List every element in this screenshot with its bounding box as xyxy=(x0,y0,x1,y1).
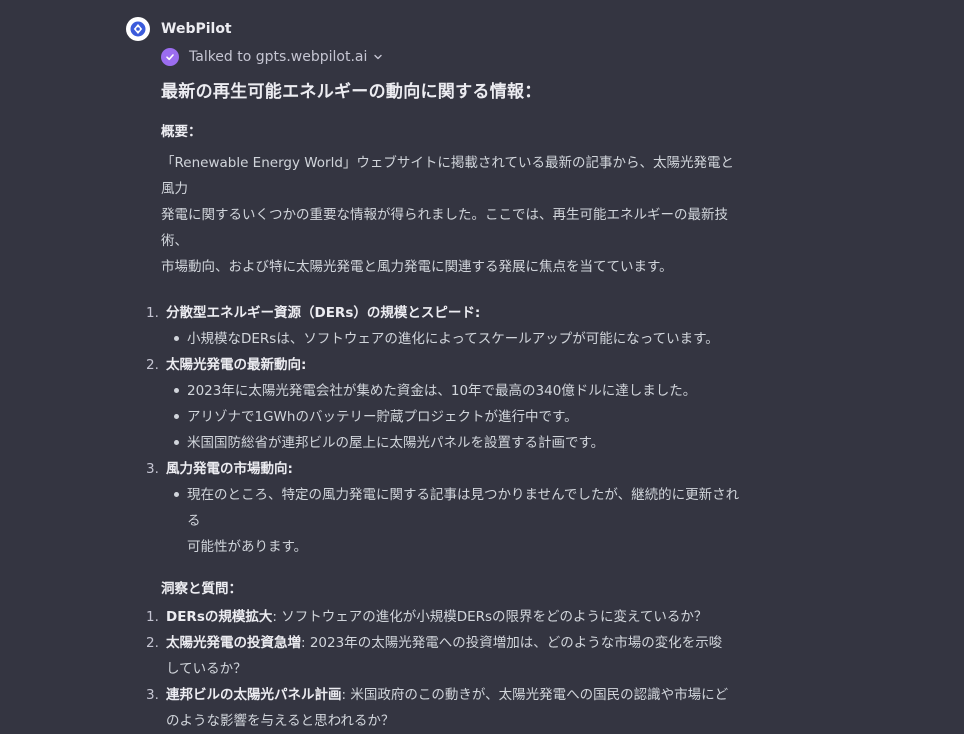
topic-item: 1. 分散型エネルギー資源（DERs）の規模とスピード: 小規模なDERsは、ソ… xyxy=(146,300,746,352)
response-title: 最新の再生可能エネルギーの動向に関する情報： xyxy=(161,82,542,102)
topic-number: 1. xyxy=(146,305,159,321)
topic-item: 2. 太陽光発電の最新動向: 2023年に太陽光発電会社が集めた資金は、10年で… xyxy=(146,352,746,456)
message-content: Talked to gpts.webpilot.ai 最新の再生可能エネルギーの… xyxy=(146,45,746,734)
question-text: : 2023年の太陽光発電への投資増加は、どのような市場の変化を示唆 xyxy=(301,635,723,651)
question-line: 太陽光発電の投資急増: 2023年の太陽光発電への投資増加は、どのような市場の変… xyxy=(166,630,746,656)
insights-heading: 洞察と質問： xyxy=(161,581,242,597)
check-icon xyxy=(161,48,179,66)
topic-label: 風力発電の市場動向: xyxy=(166,461,293,477)
bullet-text: 米国国防総省が連邦ビルの屋上に太陽光パネルを設置する計画です。 xyxy=(187,435,605,451)
webpilot-avatar-icon xyxy=(126,17,150,41)
question-topic: DERsの規模拡大 xyxy=(166,609,273,625)
bullet-text: 現在のところ、特定の風力発電に関する記事は見つかりませんでしたが、継続的に更新さ… xyxy=(187,487,740,529)
question-item: 1. DERsの規模拡大: ソフトウェアの進化が小規模DERsの限界をどのように… xyxy=(146,604,746,630)
author-name: WebPilot xyxy=(161,21,232,37)
question-text: のような影響を与えると思われるか？ xyxy=(166,713,395,729)
question-item: 2. 太陽光発電の投資急増: 2023年の太陽光発電への投資増加は、どのような市… xyxy=(146,630,746,682)
bullet-item: 小規模なDERsは、ソフトウェアの進化によってスケールアップが可能になっています… xyxy=(166,326,746,352)
bullet-text: 可能性があります。 xyxy=(187,539,308,555)
topic-bullets: 小規模なDERsは、ソフトウェアの進化によってスケールアップが可能になっています… xyxy=(166,326,746,352)
question-text: : ソフトウェアの進化が小規模DERsの限界をどのように変えているか？ xyxy=(272,609,708,625)
topics-list: 1. 分散型エネルギー資源（DERs）の規模とスピード: 小規模なDERsは、ソ… xyxy=(146,300,746,560)
overview-line: 「Renewable Energy World」ウェブサイトに掲載されている最新… xyxy=(161,155,735,197)
question-topic: 連邦ビルの太陽光パネル計画 xyxy=(166,687,342,703)
tool-status-toggle[interactable]: Talked to gpts.webpilot.ai xyxy=(161,45,746,69)
question-line: DERsの規模拡大: ソフトウェアの進化が小規模DERsの限界をどのように変えて… xyxy=(166,604,746,630)
questions-list: 1. DERsの規模拡大: ソフトウェアの進化が小規模DERsの限界をどのように… xyxy=(146,604,746,734)
bullet-item: 2023年に太陽光発電会社が集めた資金は、10年で最高の340億ドルに達しました… xyxy=(166,378,746,404)
question-topic: 太陽光発電の投資急増 xyxy=(166,635,301,651)
overview-line: 発電に関するいくつかの重要な情報が得られました。ここでは、再生可能エネルギーの最… xyxy=(161,207,728,249)
question-line: 連邦ビルの太陽光パネル計画: 米国政府のこの動きが、太陽光発電への国民の認識や市… xyxy=(166,682,746,708)
bullet-item: 米国国防総省が連邦ビルの屋上に太陽光パネルを設置する計画です。 xyxy=(166,430,746,456)
topic-label: 太陽光発電の最新動向: xyxy=(166,357,307,373)
chevron-down-icon xyxy=(373,52,383,62)
overview-line: 市場動向、および特に太陽光発電と風力発電に関連する発展に焦点を当てています。 xyxy=(161,259,673,275)
overview-heading: 概要： xyxy=(161,124,202,140)
question-text: : 米国政府のこの動きが、太陽光発電への国民の認識や市場にど xyxy=(341,687,729,703)
bullet-item: アリゾナで1GWhのバッテリー貯蔵プロジェクトが進行中です。 xyxy=(166,404,746,430)
bullet-item: 現在のところ、特定の風力発電に関する記事は見つかりませんでしたが、継続的に更新さ… xyxy=(166,482,746,560)
topic-bullets: 2023年に太陽光発電会社が集めた資金は、10年で最高の340億ドルに達しました… xyxy=(166,378,746,456)
assistant-message: WebPilot Talked to gpts.webpilot.ai 最新の再… xyxy=(126,16,746,734)
topic-item: 3. 風力発電の市場動向: 現在のところ、特定の風力発電に関する記事は見つかりま… xyxy=(146,456,746,560)
question-number: 1. xyxy=(146,609,159,625)
topic-number: 2. xyxy=(146,357,159,373)
bullet-text: アリゾナで1GWhのバッテリー貯蔵プロジェクトが進行中です。 xyxy=(187,409,578,425)
question-item: 3. 連邦ビルの太陽光パネル計画: 米国政府のこの動きが、太陽光発電への国民の認… xyxy=(146,682,746,734)
tool-status-label: Talked to gpts.webpilot.ai xyxy=(189,49,368,65)
topic-label: 分散型エネルギー資源（DERs）の規模とスピード: xyxy=(166,305,481,321)
message-header: WebPilot xyxy=(126,16,746,42)
question-number: 3. xyxy=(146,687,159,703)
topic-number: 3. xyxy=(146,461,159,477)
bullet-text: 小規模なDERsは、ソフトウェアの進化によってスケールアップが可能になっています… xyxy=(187,331,719,347)
overview-paragraph: 「Renewable Energy World」ウェブサイトに掲載されている最新… xyxy=(161,150,746,280)
question-text: しているか？ xyxy=(166,661,247,677)
topic-bullets: 現在のところ、特定の風力発電に関する記事は見つかりませんでしたが、継続的に更新さ… xyxy=(166,482,746,560)
bullet-text: 2023年に太陽光発電会社が集めた資金は、10年で最高の340億ドルに達しました… xyxy=(187,383,697,399)
question-number: 2. xyxy=(146,635,159,651)
